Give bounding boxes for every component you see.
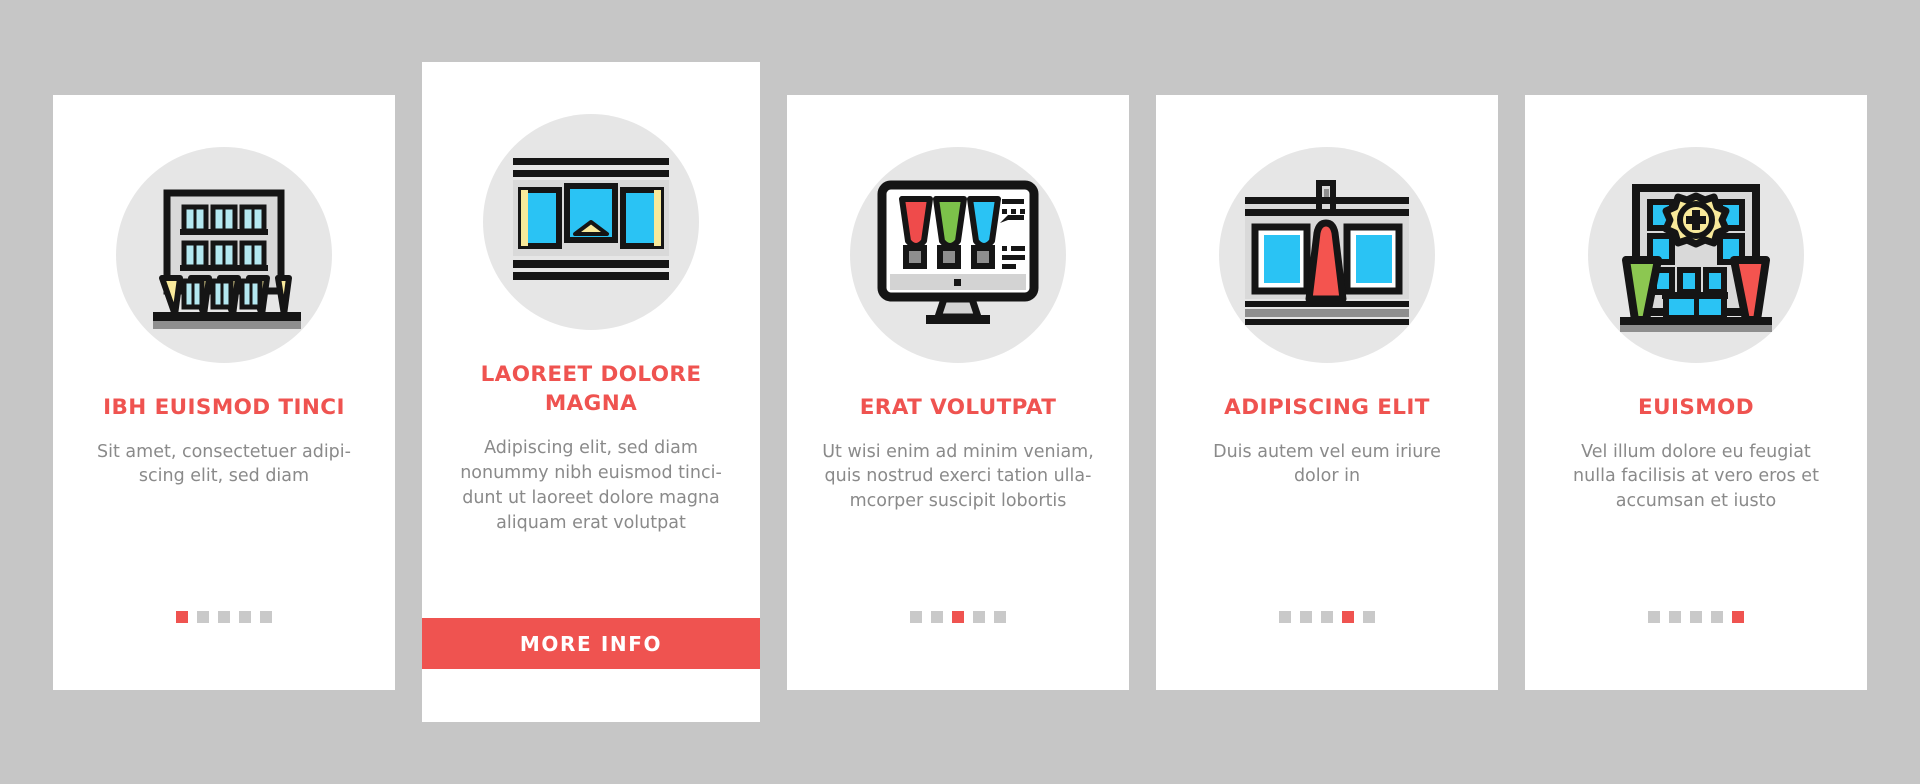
apartment-building-icon [153,189,301,329]
onboarding-card-4[interactable]: ADIPISCING ELIT Duis autem vel eum iriur… [1156,94,1498,690]
card-title-3: ERAT VOLUTPAT [859,394,1057,420]
dot-3[interactable] [218,610,230,623]
card-title-1: IBH EUISMOD TINCI [103,394,345,420]
card-description-1: Sit amet, consectetuer adipi-scing elit,… [97,441,351,487]
dot-2[interactable] [1669,610,1681,623]
dot-5[interactable] [260,610,272,623]
icon-container-2 [422,106,760,338]
card-title-5: EUISMOD [1638,394,1754,420]
card-description-4: Duis autem vel eum iriure dolor in [1213,441,1441,487]
dot-1[interactable] [176,610,188,623]
dot-4[interactable] [1342,610,1354,623]
icon-container-5 [1525,139,1867,371]
icon-container-4 [1156,139,1498,371]
pagination-dots-3[interactable] [787,610,1129,623]
icon-circle-5 [1588,146,1804,363]
dot-2[interactable] [1300,610,1312,623]
onboarding-card-1[interactable]: IBH EUISMOD TINCI Sit amet, consectetuer… [53,94,395,690]
dot-1[interactable] [1279,610,1291,623]
icon-container-3 [787,139,1129,371]
dot-3[interactable] [1321,610,1333,623]
storefront-window-icon [513,158,669,280]
card-description-3: Ut wisi enim ad minim veniam, quis nostru… [822,441,1094,512]
onboarding-card-3[interactable]: ERAT VOLUTPAT Ut wisi enim ad minim veni… [787,94,1129,690]
icon-circle-2 [483,114,699,330]
more-info-button[interactable]: MORE INFO [422,618,760,669]
dot-5[interactable] [994,610,1006,623]
onboarding-card-2[interactable]: LAOREET DOLORE MAGNA Adipiscing elit, sed… [422,62,760,722]
dot-5[interactable] [1363,610,1375,623]
onboarding-card-5[interactable]: EUISMOD Vel illum dolore eu feugiat nulla… [1525,94,1867,690]
card-title-2: LAOREET DOLORE MAGNA [480,362,702,417]
card-description-2: Adipiscing elit, sed diam nonummy nibh eu… [460,438,722,533]
icon-circle-4 [1219,146,1435,363]
dot-4[interactable] [1711,610,1723,623]
dot-3[interactable] [952,610,964,623]
icon-circle-1 [116,146,332,363]
dot-5[interactable] [1732,610,1744,623]
dot-3[interactable] [1690,610,1702,623]
dot-4[interactable] [239,610,251,623]
card-row: IBH EUISMOD TINCI Sit amet, consectetuer… [0,0,1920,784]
dot-2[interactable] [931,610,943,623]
dot-1[interactable] [910,610,922,623]
pagination-dots-5[interactable] [1525,610,1867,623]
dot-1[interactable] [1648,610,1660,623]
shop-awning-icon [1245,179,1409,325]
desktop-monitor-lab-icon [877,180,1039,324]
icon-container-1 [53,139,395,371]
screen-background: IBH EUISMOD TINCI Sit amet, consectetuer… [0,0,1920,784]
dot-2[interactable] [197,610,209,623]
pagination-dots-4[interactable] [1156,610,1498,623]
pagination-dots-1[interactable] [53,610,395,623]
card-description-5: Vel illum dolore eu feugiat nulla facilis… [1573,441,1819,512]
card-title-4: ADIPISCING ELIT [1224,394,1430,420]
hospital-gear-icon [1620,183,1772,332]
icon-circle-3 [850,146,1066,363]
dot-4[interactable] [973,610,985,623]
